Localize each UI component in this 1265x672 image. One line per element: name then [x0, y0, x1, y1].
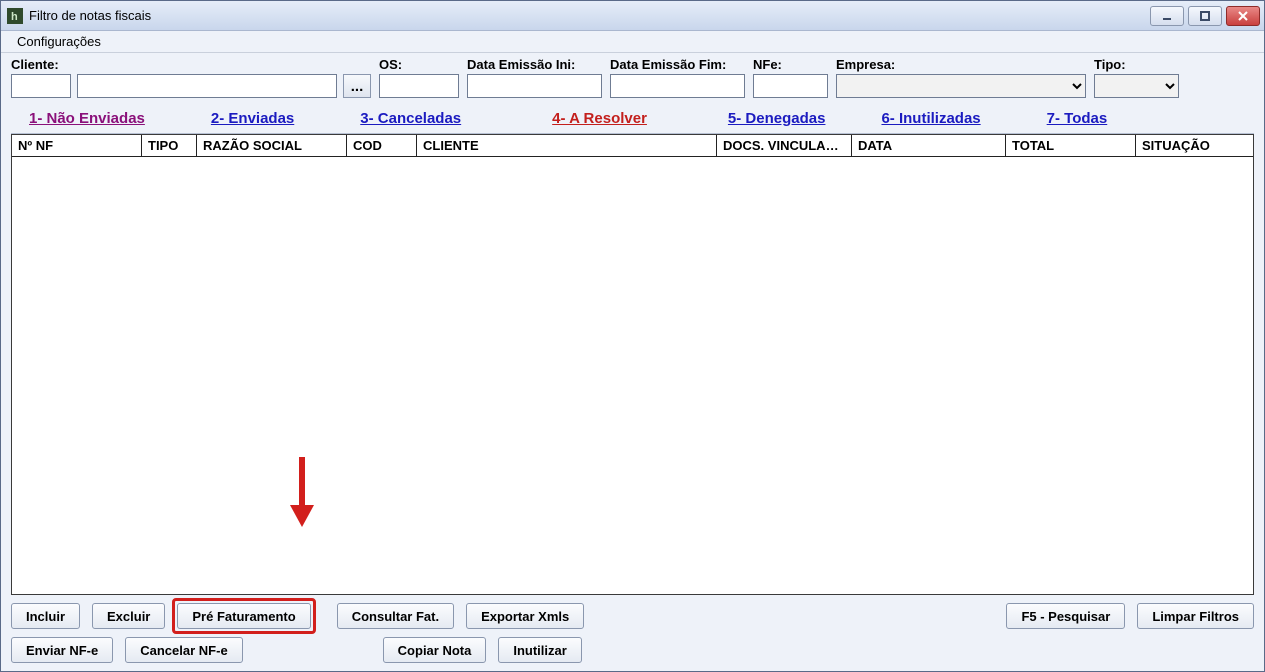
tab-enviadas[interactable]: 2- Enviadas	[193, 110, 312, 127]
window-controls	[1150, 6, 1260, 26]
nfe-field: NFe:	[753, 57, 828, 98]
svg-text:h: h	[11, 11, 18, 23]
tab-canceladas[interactable]: 3- Canceladas	[342, 110, 479, 127]
col-cliente[interactable]: CLIENTE	[417, 135, 717, 156]
cliente-label: Cliente:	[11, 57, 371, 72]
cliente-field: Cliente: ...	[11, 57, 371, 98]
filter-bar: Cliente: ... OS: Data Emissão Ini: Data …	[11, 57, 1254, 104]
inutilizar-button[interactable]: Inutilizar	[498, 637, 581, 663]
incluir-button[interactable]: Incluir	[11, 603, 80, 629]
tab-a-resolver[interactable]: 4- A Resolver	[534, 110, 665, 127]
annotation-arrow-icon	[287, 457, 317, 527]
empresa-field: Empresa:	[836, 57, 1086, 98]
emissao-ini-field: Data Emissão Ini:	[467, 57, 602, 98]
emissao-fim-label: Data Emissão Fim:	[610, 57, 745, 72]
col-cod[interactable]: COD	[347, 135, 417, 156]
menubar: Configurações	[1, 31, 1264, 53]
window-title: Filtro de notas fiscais	[29, 8, 151, 23]
titlebar: h Filtro de notas fiscais	[1, 1, 1264, 31]
emissao-fim-field: Data Emissão Fim:	[610, 57, 745, 98]
col-nf[interactable]: Nº NF	[12, 135, 142, 156]
empresa-combo[interactable]	[836, 74, 1086, 98]
os-input[interactable]	[379, 74, 459, 98]
empresa-label: Empresa:	[836, 57, 1086, 72]
col-data[interactable]: DATA	[852, 135, 1006, 156]
col-razao[interactable]: RAZÃO SOCIAL	[197, 135, 347, 156]
tab-todas[interactable]: 7- Todas	[1029, 110, 1126, 127]
emissao-ini-label: Data Emissão Ini:	[467, 57, 602, 72]
excluir-button[interactable]: Excluir	[92, 603, 165, 629]
button-row-2: Enviar NF-e Cancelar NF-e Copiar Nota In…	[11, 637, 1254, 663]
col-situacao[interactable]: SITUAÇÃO	[1136, 135, 1253, 156]
results-grid: Nº NF TIPO RAZÃO SOCIAL COD CLIENTE DOCS…	[11, 134, 1254, 595]
menu-configuracoes[interactable]: Configurações	[9, 32, 109, 51]
close-button[interactable]	[1226, 6, 1260, 26]
nfe-label: NFe:	[753, 57, 828, 72]
button-row-1: Incluir Excluir Pré Faturamento Consulta…	[11, 603, 1254, 629]
os-label: OS:	[379, 57, 459, 72]
minimize-button[interactable]	[1150, 6, 1184, 26]
limpar-filtros-button[interactable]: Limpar Filtros	[1137, 603, 1254, 629]
copiar-nota-button[interactable]: Copiar Nota	[383, 637, 487, 663]
nfe-input[interactable]	[753, 74, 828, 98]
tipo-combo[interactable]	[1094, 74, 1179, 98]
col-total[interactable]: TOTAL	[1006, 135, 1136, 156]
pre-faturamento-button[interactable]: Pré Faturamento	[177, 603, 310, 629]
emissao-fim-input[interactable]	[610, 74, 745, 98]
enviar-nfe-button[interactable]: Enviar NF-e	[11, 637, 113, 663]
status-tabs: 1- Não Enviadas 2- Enviadas 3- Cancelada…	[11, 104, 1254, 134]
maximize-button[interactable]	[1188, 6, 1222, 26]
col-tipo[interactable]: TIPO	[142, 135, 197, 156]
grid-header: Nº NF TIPO RAZÃO SOCIAL COD CLIENTE DOCS…	[12, 135, 1253, 157]
cliente-name-input[interactable]	[77, 74, 337, 98]
cliente-code-input[interactable]	[11, 74, 71, 98]
cliente-lookup-button[interactable]: ...	[343, 74, 371, 98]
os-field: OS:	[379, 57, 459, 98]
highlight-pre-faturamento: Pré Faturamento	[172, 598, 315, 634]
tipo-field: Tipo:	[1094, 57, 1179, 98]
exportar-xmls-button[interactable]: Exportar Xmls	[466, 603, 584, 629]
tab-inutilizadas[interactable]: 6- Inutilizadas	[863, 110, 998, 127]
grid-body[interactable]	[12, 157, 1253, 594]
client-area: Cliente: ... OS: Data Emissão Ini: Data …	[1, 53, 1264, 671]
cancelar-nfe-button[interactable]: Cancelar NF-e	[125, 637, 242, 663]
tab-nao-enviadas[interactable]: 1- Não Enviadas	[11, 110, 163, 127]
col-docs[interactable]: DOCS. VINCULADOS	[717, 135, 852, 156]
tab-denegadas[interactable]: 5- Denegadas	[710, 110, 844, 127]
app-icon: h	[7, 8, 23, 24]
consultar-fat-button[interactable]: Consultar Fat.	[337, 603, 454, 629]
emissao-ini-input[interactable]	[467, 74, 602, 98]
action-buttons: Incluir Excluir Pré Faturamento Consulta…	[11, 595, 1254, 663]
app-window: h Filtro de notas fiscais Configurações	[0, 0, 1265, 672]
f5-pesquisar-button[interactable]: F5 - Pesquisar	[1006, 603, 1125, 629]
tipo-label: Tipo:	[1094, 57, 1179, 72]
